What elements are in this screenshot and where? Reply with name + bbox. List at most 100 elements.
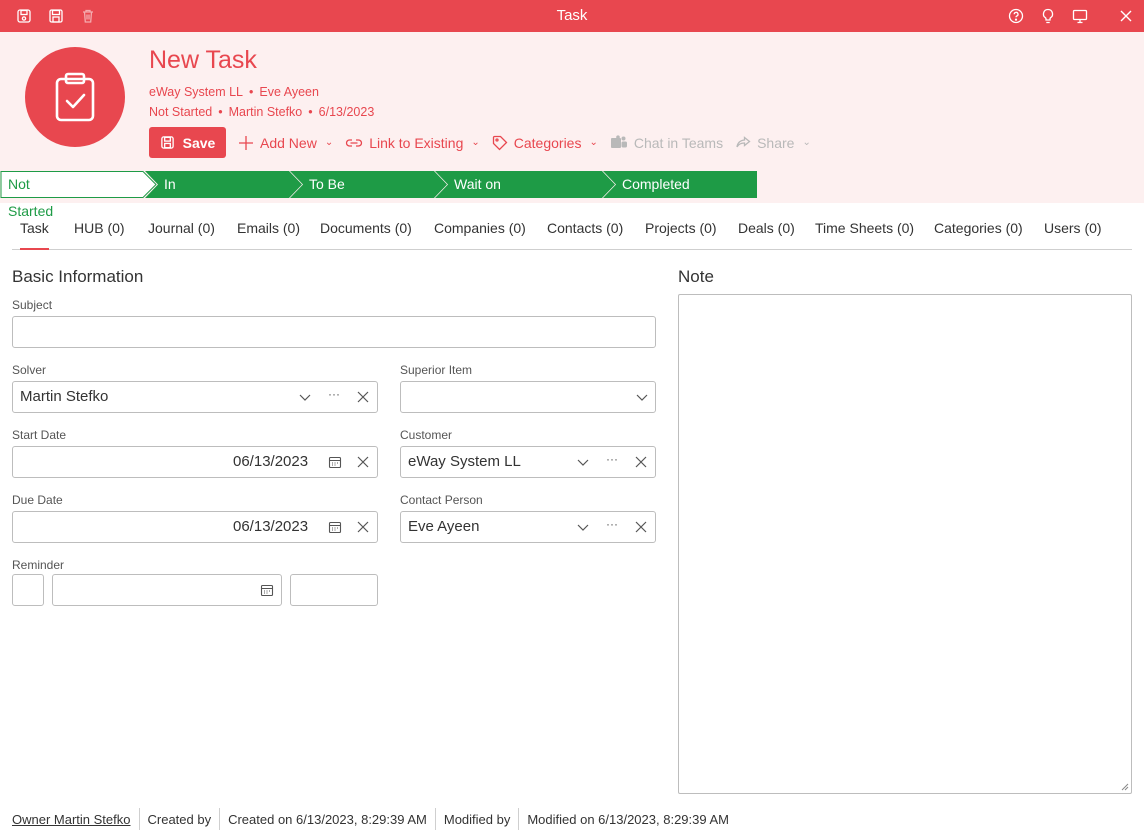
solver-label: Solver xyxy=(12,363,47,377)
footer-divider xyxy=(518,808,520,830)
clear-icon[interactable] xyxy=(633,454,649,470)
calendar-icon[interactable] xyxy=(259,582,275,598)
stage-to-be-reviewed[interactable]: To Be Reviewed xyxy=(289,171,370,219)
calendar-icon[interactable] xyxy=(327,454,343,470)
lightbulb-icon[interactable] xyxy=(1038,6,1058,26)
header-line-2: Not Started • Martin Stefko • 6/13/2023 xyxy=(149,105,375,119)
customer-field[interactable]: eWay System LL ··· xyxy=(400,446,656,478)
clear-icon[interactable] xyxy=(633,519,649,535)
tab-projects[interactable]: Projects (0) xyxy=(645,206,717,250)
note-textarea[interactable] xyxy=(678,294,1132,794)
title-bar: Task xyxy=(0,0,1144,32)
chevron-down-icon[interactable] xyxy=(575,454,591,470)
window-title: Task xyxy=(556,7,588,24)
customer-label: Customer xyxy=(400,428,453,442)
modified-on: Modified on 6/13/2023, 8:29:39 AM xyxy=(527,811,729,827)
superior-item-label: Superior Item xyxy=(400,363,473,377)
monitor-icon[interactable] xyxy=(1070,6,1090,26)
delete-icon[interactable] xyxy=(78,6,98,26)
superior-item-field[interactable] xyxy=(400,381,656,413)
stage-wait-on-someone-else[interactable]: Wait on Someone Else xyxy=(434,171,514,246)
contact-person-label: Contact Person xyxy=(400,493,483,507)
header-customer-link[interactable]: eWay System LL xyxy=(149,85,243,99)
link-icon xyxy=(346,138,363,147)
subject-input[interactable] xyxy=(12,316,656,348)
start-date-field[interactable]: 06/13/2023 xyxy=(12,446,378,478)
calendar-icon[interactable] xyxy=(327,519,343,535)
tag-icon xyxy=(492,135,508,150)
modified-by: Modified by xyxy=(443,811,511,827)
clear-icon[interactable] xyxy=(355,519,371,535)
header-line-1: eWay System LL • Eve Ayeen xyxy=(149,85,319,99)
more-icon[interactable]: ··· xyxy=(604,516,620,532)
tab-deals[interactable]: Deals (0) xyxy=(738,206,795,250)
tab-companies[interactable]: Companies (0) xyxy=(434,206,526,250)
tab-documents[interactable]: Documents (0) xyxy=(320,206,412,250)
created-by: Created by xyxy=(147,811,212,827)
contact-person-field[interactable]: Eve Ayeen ··· xyxy=(400,511,656,543)
share-icon xyxy=(736,135,751,147)
start-date-label: Start Date xyxy=(12,428,67,442)
created-on: Created on 6/13/2023, 8:29:39 AM xyxy=(228,811,427,827)
tab-time-sheets[interactable]: Time Sheets (0) xyxy=(815,206,914,250)
record-footer: Owner Martin Stefko Created by Created o… xyxy=(12,808,729,830)
due-date-label: Due Date xyxy=(12,493,63,507)
tab-categories[interactable]: Categories (0) xyxy=(934,206,1023,250)
footer-divider xyxy=(434,808,436,830)
tab-journal[interactable]: Journal (0) xyxy=(148,206,215,250)
reminder-checkbox[interactable] xyxy=(12,574,44,606)
chevron-down-icon: ⌄ xyxy=(471,137,480,148)
close-icon[interactable] xyxy=(1116,6,1136,26)
task-avatar xyxy=(25,47,125,147)
chat-in-teams-button[interactable]: Chat in Teams xyxy=(610,135,723,151)
chevron-down-icon: ⌄ xyxy=(324,137,334,148)
toolbar: Save Add New ⌄ Link to Existing ⌄ Categori… xyxy=(149,127,811,158)
tab-task[interactable]: Task xyxy=(20,206,49,250)
header-date: 6/13/2023 xyxy=(318,105,375,119)
stage-completed[interactable]: Completed xyxy=(602,171,690,198)
note-heading: Note xyxy=(678,267,714,286)
reminder-time-field[interactable] xyxy=(290,574,378,606)
more-icon[interactable]: ··· xyxy=(326,386,342,402)
reminder-date-field[interactable] xyxy=(52,574,282,606)
chevron-down-icon: ⌄ xyxy=(802,137,811,148)
clear-icon[interactable] xyxy=(355,454,371,470)
save-icon xyxy=(160,136,174,149)
tab-emails[interactable]: Emails (0) xyxy=(237,206,300,250)
reminder-label: Reminder xyxy=(12,558,65,572)
teams-icon xyxy=(610,134,627,148)
categories-button[interactable]: Categories ⌄ xyxy=(492,135,598,151)
tab-users[interactable]: Users (0) xyxy=(1044,206,1102,250)
add-new-button[interactable]: Add New ⌄ xyxy=(238,135,333,151)
clipboard-check-icon xyxy=(55,72,95,122)
chevron-down-icon[interactable] xyxy=(575,519,591,535)
resize-handle-icon[interactable] xyxy=(1121,783,1129,791)
chevron-down-icon: ⌄ xyxy=(589,137,598,148)
save-button[interactable]: Save xyxy=(149,127,226,158)
subject-label: Subject xyxy=(12,298,53,312)
share-button[interactable]: Share ⌄ xyxy=(735,135,811,151)
due-date-field[interactable]: 06/13/2023 xyxy=(12,511,378,543)
clear-icon[interactable] xyxy=(355,389,371,405)
tab-hub[interactable]: HUB (0) xyxy=(74,206,125,250)
record-header: New Task eWay System LL • Eve Ayeen Not St… xyxy=(0,32,1144,246)
owner-link[interactable]: Owner Martin Stefko xyxy=(12,812,131,827)
header-contact-link[interactable]: Eve Ayeen xyxy=(259,85,319,99)
save-icon[interactable] xyxy=(14,6,34,26)
help-icon[interactable] xyxy=(1006,6,1026,26)
more-icon[interactable]: ··· xyxy=(604,451,620,467)
stage-in-progress[interactable]: In Progress xyxy=(144,171,220,219)
tab-contacts[interactable]: Contacts (0) xyxy=(547,206,623,250)
save-close-icon[interactable] xyxy=(46,6,66,26)
chevron-down-icon[interactable] xyxy=(634,389,650,405)
stage-not-started[interactable]: Not Started xyxy=(0,171,53,219)
solver-field[interactable]: Martin Stefko ··· xyxy=(12,381,378,413)
footer-divider xyxy=(219,808,221,830)
record-title: New Task xyxy=(149,46,257,74)
tab-strip: Task HUB (0) Journal (0) Emails (0) Docu… xyxy=(12,206,1132,250)
basic-information-heading: Basic Information xyxy=(12,267,144,286)
footer-divider xyxy=(138,808,140,830)
chevron-down-icon[interactable] xyxy=(297,389,313,405)
link-existing-button[interactable]: Link to Existing ⌄ xyxy=(345,135,480,151)
header-solver: Martin Stefko xyxy=(228,105,303,119)
